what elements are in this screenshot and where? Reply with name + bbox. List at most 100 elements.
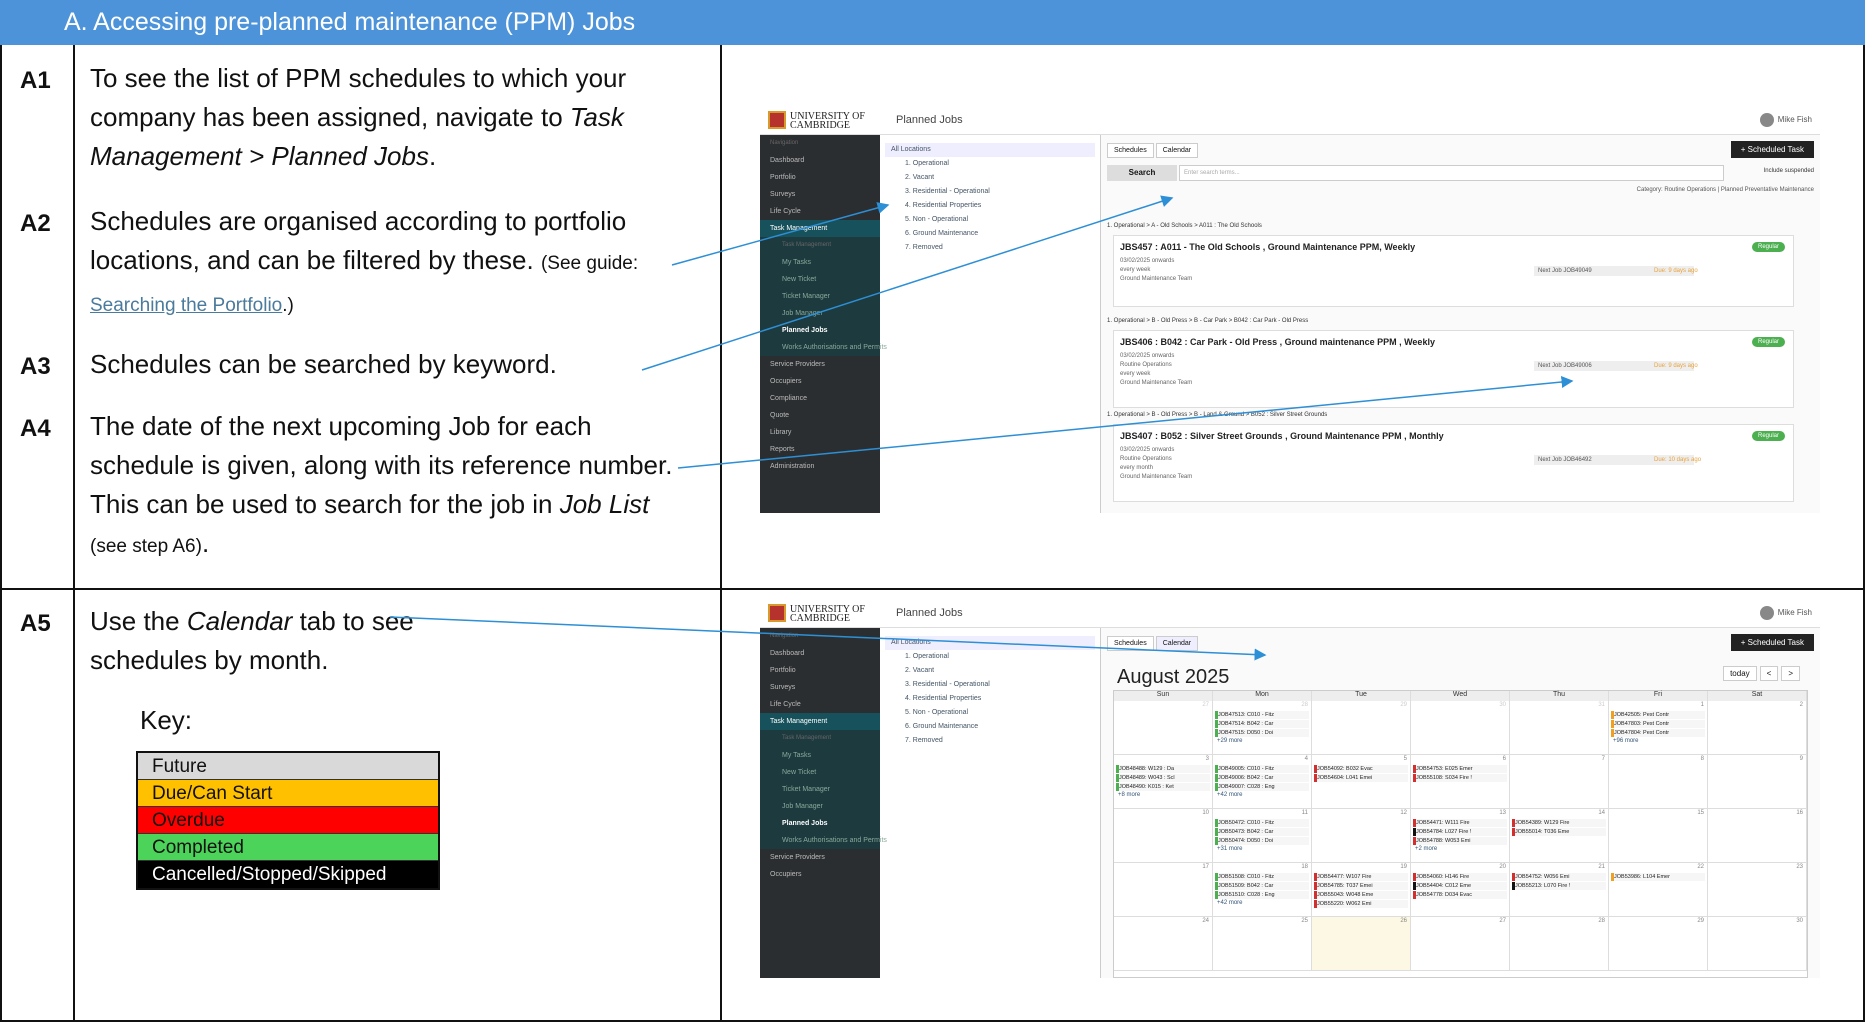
calendar-day-cell[interactable]: 1 JOB42505: Pest Contr JOB47803: Pest Cont…: [1609, 701, 1708, 755]
tree-node[interactable]: 7. Removed: [885, 241, 1095, 255]
calendar-day-cell[interactable]: 29: [1312, 701, 1411, 755]
sidebar-item[interactable]: New Ticket: [760, 764, 880, 781]
sidebar-item[interactable]: Occupiers: [760, 373, 880, 390]
calendar-day-cell[interactable]: 18 JOB51508: C010 - Fitz JOB51509: B042 : …: [1213, 863, 1312, 917]
calendar-event[interactable]: JOB47514: B042 : Car: [1215, 720, 1309, 728]
tree-node[interactable]: All Locations: [885, 636, 1095, 650]
tree-node[interactable]: 4. Residential Properties: [885, 199, 1095, 213]
calendar-event[interactable]: JOB54752: W056 Emi: [1512, 873, 1606, 881]
calendar-event[interactable]: JOB54788: W053 Emi: [1413, 837, 1507, 845]
user-menu[interactable]: Mike Fish: [1759, 606, 1812, 620]
scheduled-task-button[interactable]: + Scheduled Task: [1730, 634, 1814, 651]
calendar-event[interactable]: JOB55108: S034 Fire !: [1413, 774, 1507, 782]
calendar-event[interactable]: JOB55043: W048 Eme: [1314, 891, 1408, 899]
include-suspended-toggle[interactable]: Include suspended: [1764, 168, 1814, 174]
tab-schedules[interactable]: Schedules: [1107, 636, 1154, 651]
calendar-day-cell[interactable]: 31: [1510, 701, 1609, 755]
sidebar-item[interactable]: Life Cycle: [760, 203, 880, 220]
tree-node[interactable]: 6. Ground Maintenance: [885, 227, 1095, 241]
calendar-day-cell[interactable]: 12: [1312, 809, 1411, 863]
tree-node[interactable]: All Locations: [885, 143, 1095, 157]
calendar-event[interactable]: JOB54471: W111 Fire: [1413, 819, 1507, 827]
calendar-day-cell[interactable]: 30: [1708, 917, 1807, 971]
sidebar-item[interactable]: Portfolio: [760, 662, 880, 679]
category-filter[interactable]: Category: Routine Operations | Planned P…: [1637, 187, 1814, 193]
more-events-link[interactable]: +31 more: [1217, 846, 1243, 852]
calendar-event[interactable]: JOB50472: C010 - Fitz: [1215, 819, 1309, 827]
calendar-event[interactable]: JOB48488: W129 : Da: [1116, 765, 1210, 773]
calendar-event[interactable]: JOB55213: L070 Fire !: [1512, 882, 1606, 890]
more-events-link[interactable]: +2 more: [1415, 846, 1437, 852]
calendar-day-cell[interactable]: 11 JOB50472: C010 - Fitz JOB50473: B042 : …: [1213, 809, 1312, 863]
calendar-day-cell[interactable]: 25: [1213, 917, 1312, 971]
calendar-event[interactable]: JOB51510: C028 : Eng: [1215, 891, 1309, 899]
calendar-day-cell[interactable]: 8: [1609, 755, 1708, 809]
schedule-card[interactable]: JBS406 : B042 : Car Park - Old Press , G…: [1113, 330, 1794, 408]
calendar-day-cell[interactable]: 20 JOB54060: H146 Fire JOB54404: C012 Eme J…: [1411, 863, 1510, 917]
calendar-day-cell[interactable]: 3 JOB48488: W129 : Da JOB48489: W043 : Scl…: [1114, 755, 1213, 809]
sidebar-item[interactable]: Portfolio: [760, 169, 880, 186]
calendar-day-cell[interactable]: 28: [1510, 917, 1609, 971]
more-events-link[interactable]: +42 more: [1217, 900, 1243, 906]
sidebar-item[interactable]: Service Providers: [760, 849, 880, 866]
tree-node[interactable]: 7. Removed: [885, 734, 1095, 748]
sidebar-item[interactable]: Administration: [760, 458, 880, 475]
calendar-event[interactable]: JOB51509: B042 : Car: [1215, 882, 1309, 890]
calendar-event[interactable]: JOB54092: B032 Evac: [1314, 765, 1408, 773]
prev-month-button[interactable]: <: [1759, 666, 1779, 681]
tree-node[interactable]: 5. Non - Operational: [885, 706, 1095, 720]
calendar-event[interactable]: JOB47804: Pest Contr: [1611, 729, 1705, 737]
schedule-title[interactable]: JBS457 : A011 - The Old Schools , Ground…: [1120, 242, 1415, 252]
calendar-event[interactable]: JOB48489: W043 : Scl: [1116, 774, 1210, 782]
tree-node[interactable]: 4. Residential Properties: [885, 692, 1095, 706]
user-menu[interactable]: Mike Fish: [1759, 113, 1812, 127]
more-events-link[interactable]: +29 more: [1217, 738, 1243, 744]
calendar-day-cell[interactable]: 15: [1609, 809, 1708, 863]
calendar-day-cell[interactable]: 6 JOB54753: E025 Emer JOB55108: S034 Fire …: [1411, 755, 1510, 809]
calendar-day-cell[interactable]: 29: [1609, 917, 1708, 971]
calendar-event[interactable]: JOB51508: C010 - Fitz: [1215, 873, 1309, 881]
scheduled-task-button[interactable]: + Scheduled Task: [1730, 141, 1814, 158]
tree-node[interactable]: 1. Operational: [885, 650, 1095, 664]
calendar-event[interactable]: JOB54404: C012 Eme: [1413, 882, 1507, 890]
sidebar-item[interactable]: Life Cycle: [760, 696, 880, 713]
tree-node[interactable]: 5. Non - Operational: [885, 213, 1095, 227]
schedule-title[interactable]: JBS407 : B052 : Silver Street Grounds , …: [1120, 431, 1444, 441]
calendar-event[interactable]: JOB49005: C010 - Fitz: [1215, 765, 1309, 773]
sidebar-item[interactable]: Ticket Manager: [760, 288, 880, 305]
calendar-day-cell[interactable]: 14 JOB54389: W129 Fire JOB55014: T036 Eme: [1510, 809, 1609, 863]
calendar-event[interactable]: JOB50474: D050 : Doi: [1215, 837, 1309, 845]
calendar-event[interactable]: JOB55220: W062 Emi: [1314, 900, 1408, 908]
calendar-event[interactable]: JOB54477: W107 Fire: [1314, 873, 1408, 881]
calendar-day-cell[interactable]: 5 JOB54092: B032 Evac JOB54604: L041 Emei: [1312, 755, 1411, 809]
calendar-day-cell[interactable]: 28 JOB47513: C010 - Fitz JOB47514: B042 : …: [1213, 701, 1312, 755]
calendar-event[interactable]: JOB55014: T036 Eme: [1512, 828, 1606, 836]
calendar-day-cell[interactable]: 27: [1411, 917, 1510, 971]
calendar-day-cell[interactable]: 30: [1411, 701, 1510, 755]
searching-portfolio-link[interactable]: Searching the Portfolio: [90, 295, 282, 316]
sidebar-item[interactable]: Reports: [760, 441, 880, 458]
calendar-day-cell[interactable]: 16: [1708, 809, 1807, 863]
sidebar-item[interactable]: Dashboard: [760, 645, 880, 662]
sidebar-item[interactable]: Task Management: [760, 220, 880, 237]
sidebar-item[interactable]: Library: [760, 424, 880, 441]
calendar-event[interactable]: JOB54060: H146 Fire: [1413, 873, 1507, 881]
sidebar-item[interactable]: New Ticket: [760, 271, 880, 288]
tree-node[interactable]: 6. Ground Maintenance: [885, 720, 1095, 734]
sidebar-item[interactable]: Surveys: [760, 186, 880, 203]
calendar-event[interactable]: JOB47803: Pest Contr: [1611, 720, 1705, 728]
tree-node[interactable]: 3. Residential - Operational: [885, 678, 1095, 692]
schedule-title[interactable]: JBS406 : B042 : Car Park - Old Press , G…: [1120, 337, 1435, 347]
calendar-event[interactable]: JOB54753: E025 Emer: [1413, 765, 1507, 773]
search-button[interactable]: Search: [1107, 165, 1177, 181]
calendar-event[interactable]: JOB42505: Pest Contr: [1611, 711, 1705, 719]
sidebar-item[interactable]: My Tasks: [760, 747, 880, 764]
more-events-link[interactable]: +96 more: [1613, 738, 1639, 744]
next-month-button[interactable]: >: [1781, 666, 1800, 681]
more-events-link[interactable]: +42 more: [1217, 792, 1243, 798]
schedule-card[interactable]: JBS457 : A011 - The Old Schools , Ground…: [1113, 235, 1794, 307]
calendar-event[interactable]: JOB54785: T037 Emei: [1314, 882, 1408, 890]
search-input[interactable]: Enter search terms...: [1179, 165, 1724, 181]
calendar-event[interactable]: JOB50473: B042 : Car: [1215, 828, 1309, 836]
calendar-day-cell[interactable]: 23: [1708, 863, 1807, 917]
